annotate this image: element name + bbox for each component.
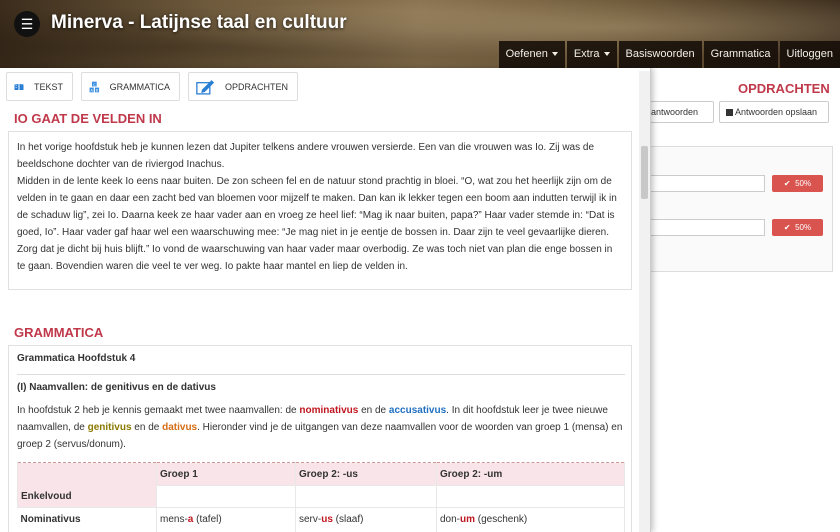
caret-down-icon bbox=[551, 52, 558, 57]
checkmark-icon: ✔ bbox=[783, 179, 791, 188]
table-corner-cell: Enkelvoud bbox=[17, 462, 157, 508]
nav-oefenen[interactable]: Oefenen bbox=[498, 41, 565, 68]
score-badge-2[interactable]: ✔ 50% bbox=[772, 219, 823, 236]
table-cell: mens-a (tafel) bbox=[156, 507, 296, 532]
term-dativus: dativus bbox=[162, 422, 198, 433]
scrollbar-thumb[interactable] bbox=[641, 146, 648, 199]
pen-edit-icon bbox=[196, 79, 215, 95]
term-accusativus: accusativus bbox=[388, 405, 447, 416]
grammar-subtitle: (I) Naamvallen: de genitivus en de dativ… bbox=[17, 374, 625, 393]
app-title: Minerva - Latijnse taal en cultuur bbox=[51, 12, 347, 33]
term-genitivus: genitivus bbox=[87, 422, 132, 433]
app-header: ☰ Minerva - Latijnse taal en cultuur Oef… bbox=[0, 0, 840, 68]
score-badge-1[interactable]: ✔ 50% bbox=[772, 175, 823, 192]
top-navigation: Oefenen Extra Basiswoorden Grammatica Ui… bbox=[497, 41, 840, 68]
grammar-section-title: GRAMMATICA bbox=[14, 325, 104, 340]
nav-extra[interactable]: Extra bbox=[566, 41, 617, 68]
story-paragraph-1: In het vorige hoofdstuk heb je kunnen le… bbox=[17, 142, 595, 170]
nav-grammatica[interactable]: Grammatica bbox=[703, 41, 778, 68]
panel-tabs: TEKST C A B GRAMMATICA OPDRACHTEN bbox=[6, 72, 306, 101]
scrollbar-track[interactable] bbox=[639, 71, 650, 532]
grammar-chapter-heading: Grammatica Hoofdstuk 4 bbox=[17, 353, 136, 364]
table-row: Nominativus mens-a (tafel) serv-us (slaa… bbox=[17, 507, 625, 532]
tab-tekst[interactable]: TEKST bbox=[6, 72, 73, 101]
save-answers-button[interactable]: Antwoorden opslaan bbox=[719, 101, 829, 123]
grammar-box: Grammatica Hoofdstuk 4 (I) Naamvallen: d… bbox=[8, 345, 632, 532]
content-panel: TEKST C A B GRAMMATICA OPDRACHTEN IO GAA… bbox=[0, 68, 651, 532]
floppy-disk-icon bbox=[726, 109, 733, 116]
abc-blocks-icon: C A B bbox=[89, 81, 100, 92]
tab-opdrachten[interactable]: OPDRACHTEN bbox=[188, 72, 298, 101]
hamburger-icon[interactable]: ☰ bbox=[14, 11, 40, 37]
nav-basiswoorden[interactable]: Basiswoorden bbox=[618, 41, 702, 68]
opdrachten-title: OPDRACHTEN bbox=[738, 81, 830, 96]
table-header-cell: Groep 2: -us bbox=[295, 462, 437, 486]
case-label: Nominativus bbox=[17, 507, 157, 532]
term-nominativus: nominativus bbox=[299, 405, 359, 416]
table-header-row: Enkelvoud Groep 1 Groep 2: -us Groep 2: … bbox=[17, 462, 625, 508]
text-section-title: IO GAAT DE VELDEN IN bbox=[14, 111, 162, 126]
story-paragraph-2: Midden in de lente keek Io eens naar bui… bbox=[17, 176, 617, 272]
answer-input-1[interactable] bbox=[650, 175, 765, 192]
table-cell: serv-us (slaaf) bbox=[295, 507, 437, 532]
table-cell: don-um (geschenk) bbox=[436, 507, 625, 532]
declension-table: Enkelvoud Groep 1 Groep 2: -us Groep 2: … bbox=[17, 462, 625, 532]
table-header-cell: Groep 1 bbox=[156, 462, 296, 486]
nav-uitloggen[interactable]: Uitloggen bbox=[779, 41, 840, 68]
answer-input-2[interactable] bbox=[650, 219, 765, 236]
checkmark-icon: ✔ bbox=[783, 223, 791, 232]
answers-box bbox=[650, 146, 833, 272]
story-text: In het vorige hoofdstuk heb je kunnen le… bbox=[8, 131, 632, 290]
grammar-intro: In hoofdstuk 2 heb je kennis gemaakt met… bbox=[17, 405, 623, 450]
caret-down-icon bbox=[603, 52, 610, 57]
book-icon bbox=[14, 83, 24, 90]
table-header-cell: Groep 2: -um bbox=[436, 462, 625, 486]
tab-grammatica[interactable]: C A B GRAMMATICA bbox=[81, 72, 180, 101]
